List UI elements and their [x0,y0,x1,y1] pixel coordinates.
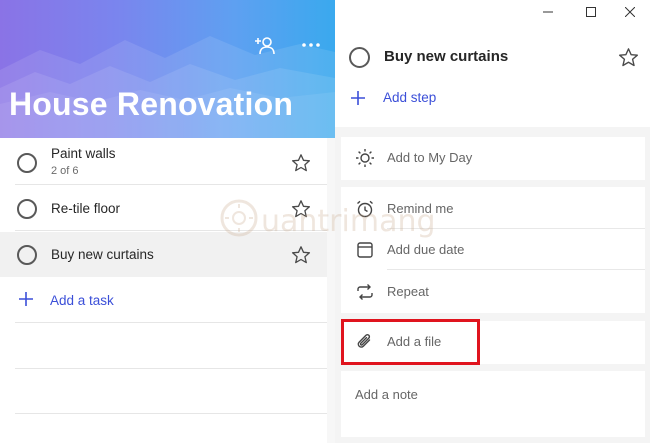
row-divider [15,184,328,185]
calendar-icon [357,242,373,258]
option-divider [387,228,645,229]
more-icon [302,43,320,47]
task-row-selected[interactable]: Buy new curtains [0,232,328,277]
minimize-button[interactable] [540,4,556,20]
list-title: House Renovation [9,86,294,122]
add-due-date-label: Add due date [387,242,465,257]
complete-checkbox[interactable] [17,153,37,173]
detail-header: Buy new curtains Add step [335,0,650,127]
task-list-pane: House Renovation Paint walls 2 of 6 Re-t… [0,0,335,443]
add-to-my-day-button[interactable]: Add to My Day [341,138,645,178]
star-icon[interactable] [291,199,311,219]
empty-row-divider [15,413,328,414]
note-area[interactable]: Add a note [341,371,645,437]
detail-task-title[interactable]: Buy new curtains [384,48,508,65]
repeat-icon [357,284,373,300]
add-step-button[interactable]: Add step [349,88,639,108]
add-step-label: Add step [383,90,437,105]
add-task-button[interactable]: Add a task [0,278,328,323]
task-title: Re-tile floor [51,201,121,216]
add-due-date-button[interactable]: Add due date [341,230,645,270]
task-title: Paint walls [51,146,116,161]
complete-checkbox[interactable] [17,245,37,265]
add-task-label: Add a task [50,293,114,308]
add-note-placeholder: Add a note [355,387,418,402]
empty-row-divider [15,322,328,323]
task-detail-pane: Buy new curtains Add step Add to My Day [335,0,650,443]
paperclip-icon [357,334,371,348]
complete-checkbox[interactable] [17,199,37,219]
task-title: Buy new curtains [51,247,154,262]
file-card: Add a file [341,321,645,364]
sun-icon [356,149,374,167]
maximize-icon [586,7,596,17]
add-file-button[interactable]: Add a file [341,322,645,362]
add-person-icon [255,37,275,55]
empty-row-divider [15,368,328,369]
pane-gutter [327,138,335,443]
maximize-button[interactable] [583,4,599,20]
star-icon[interactable] [618,47,639,68]
close-button[interactable] [622,4,638,20]
task-row[interactable]: Paint walls 2 of 6 [0,140,328,185]
schedule-card: Remind me Add due date Repeat [341,187,645,313]
row-divider [15,230,328,231]
close-icon [625,7,635,17]
more-options-button[interactable] [300,34,322,56]
add-file-label: Add a file [387,334,442,349]
share-list-button[interactable] [255,34,277,56]
minimize-icon [543,11,553,13]
repeat-button[interactable]: Repeat [341,272,645,312]
task-row[interactable]: Re-tile floor [0,186,328,231]
my-day-card: Add to My Day [341,137,645,180]
star-icon[interactable] [291,245,311,265]
remind-me-button[interactable]: Remind me [341,189,645,229]
plus-icon [19,292,33,306]
remind-me-label: Remind me [387,201,454,216]
complete-checkbox[interactable] [349,47,370,68]
repeat-label: Repeat [387,284,429,299]
plus-icon [351,91,365,105]
alarm-clock-icon [357,200,373,218]
list-header-banner: House Renovation [0,0,335,138]
star-icon[interactable] [291,153,311,173]
task-step-count: 2 of 6 [51,165,79,177]
option-divider [387,269,645,270]
add-to-my-day-label: Add to My Day [387,150,473,165]
